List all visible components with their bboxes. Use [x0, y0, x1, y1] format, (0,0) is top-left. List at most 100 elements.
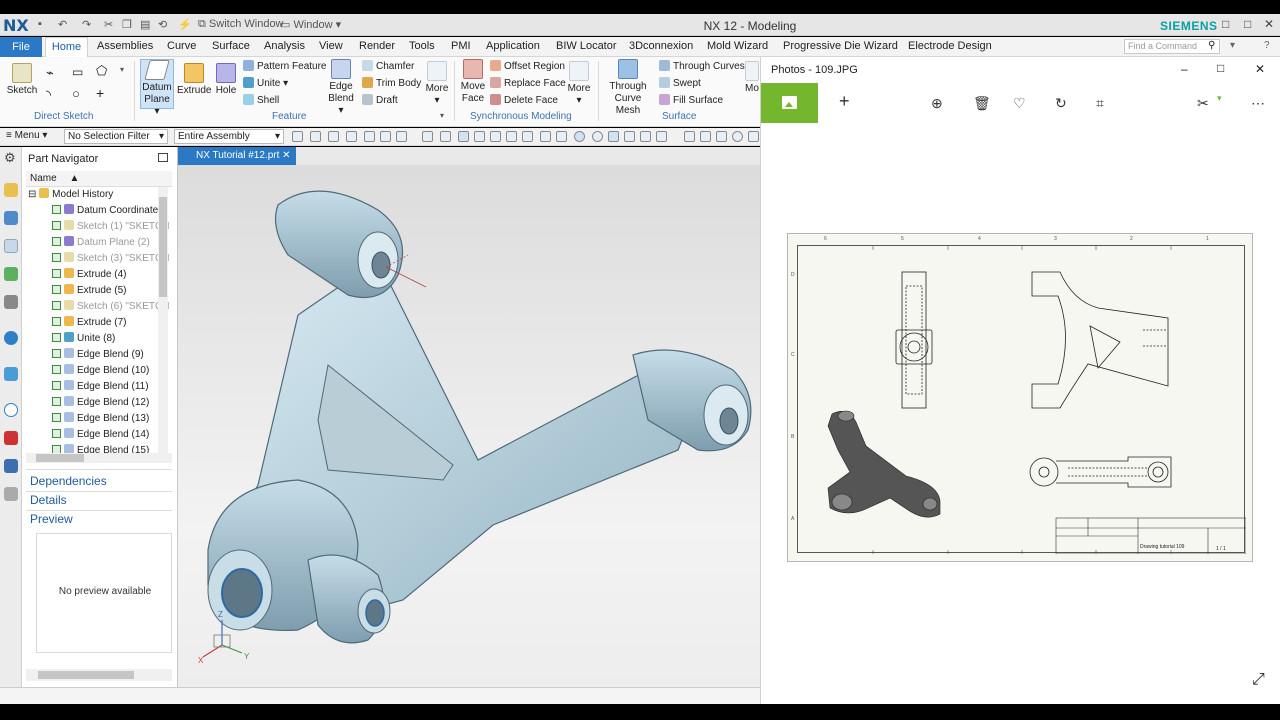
datum-plane-button[interactable]: Datum Plane ▾: [140, 59, 174, 117]
circle-icon[interactable]: ○: [72, 86, 80, 101]
crop-icon[interactable]: ⌗: [1096, 95, 1104, 112]
photos-maximize-button[interactable]: □: [1217, 61, 1224, 75]
snap-icon-7[interactable]: [422, 131, 433, 142]
line-icon[interactable]: ⌁: [46, 65, 54, 81]
select-rectangle-icon[interactable]: [396, 131, 407, 142]
snap-intersection-icon[interactable]: [506, 131, 517, 142]
web-browser-icon[interactable]: [4, 331, 18, 345]
rotate-icon[interactable]: [732, 131, 743, 142]
tab-surface[interactable]: Surface: [212, 40, 250, 52]
tree-item[interactable]: Edge Blend (9): [26, 347, 172, 363]
chevron-down-icon[interactable]: ▾: [120, 65, 124, 74]
photos-minimize-button[interactable]: –: [1181, 62, 1188, 76]
tab-analysis[interactable]: Analysis: [264, 40, 305, 52]
snap-arc-center-icon[interactable]: [522, 131, 533, 142]
shell-button[interactable]: Shell: [243, 94, 279, 106]
restore-button[interactable]: □: [1222, 17, 1229, 31]
tab-application[interactable]: Application: [486, 40, 540, 52]
view-icon-1[interactable]: [684, 131, 695, 142]
menu-button[interactable]: ≡ Menu ▾: [6, 130, 47, 141]
more-icon[interactable]: ⋯: [1251, 95, 1265, 112]
delete-face-button[interactable]: Delete Face: [490, 94, 558, 106]
navigator-scrollbar[interactable]: [158, 187, 168, 457]
fill-surface-button[interactable]: Fill Surface: [659, 94, 723, 106]
selection-filter-select[interactable]: No Selection Filter ▾: [64, 129, 168, 144]
snap-quadrant-icon[interactable]: [540, 131, 551, 142]
tree-item[interactable]: Sketch (6) "SKETCH: [26, 299, 172, 315]
preview-hscrollbar[interactable]: [26, 669, 172, 681]
preview-hscroll-thumb[interactable]: [38, 671, 134, 679]
checkbox-icon[interactable]: [52, 301, 61, 310]
snap-icon-5[interactable]: [364, 131, 375, 142]
snap-icon-8[interactable]: [440, 131, 451, 142]
ribbon-options-icon[interactable]: ▾: [1230, 40, 1235, 51]
swept-button[interactable]: Swept: [659, 77, 701, 89]
tree-item[interactable]: Edge Blend (12): [26, 395, 172, 411]
sync-more-button[interactable]: More ▾: [566, 61, 592, 107]
tab-view[interactable]: View: [319, 40, 343, 52]
checkbox-icon[interactable]: [52, 317, 61, 326]
tab-pmi[interactable]: PMI: [451, 40, 471, 52]
extrude-button[interactable]: Extrude: [177, 63, 211, 97]
tab-assemblies[interactable]: Assemblies: [97, 40, 153, 52]
offset-region-button[interactable]: Offset Region: [490, 60, 565, 72]
checkbox-icon[interactable]: [52, 429, 61, 438]
close-button[interactable]: ✕: [1264, 17, 1274, 31]
photos-close-button[interactable]: ✕: [1255, 62, 1265, 76]
checkbox-icon[interactable]: [52, 237, 61, 246]
polygon-icon[interactable]: ⬠: [96, 63, 107, 79]
checkbox-icon[interactable]: [52, 365, 61, 374]
checkbox-icon[interactable]: [52, 381, 61, 390]
snap-endpoint-icon[interactable]: [458, 131, 469, 142]
find-command-input[interactable]: Find a Command: [1124, 39, 1220, 54]
tree-item[interactable]: Sketch (1) "SKETCH: [26, 219, 172, 235]
point-icon[interactable]: +: [96, 85, 104, 101]
redo-icon[interactable]: ↷: [82, 18, 91, 31]
unite-button[interactable]: Unite ▾: [243, 77, 288, 89]
dependencies-panel[interactable]: Dependencies: [30, 474, 107, 488]
arc-icon[interactable]: ◝: [46, 87, 51, 103]
favorite-icon[interactable]: ♡: [1013, 95, 1026, 112]
view-icon-2[interactable]: [700, 131, 711, 142]
tree-item[interactable]: Datum Plane (2): [26, 235, 172, 251]
preview-panel[interactable]: Preview: [30, 512, 73, 526]
tab-3dconnexion[interactable]: 3Dconnexion: [629, 40, 693, 52]
tree-item[interactable]: Unite (8): [26, 331, 172, 347]
checkbox-icon[interactable]: [52, 221, 61, 230]
roles-icon[interactable]: [4, 487, 18, 501]
snap-icon-6[interactable]: [380, 131, 391, 142]
trim-body-button[interactable]: Trim Body: [362, 77, 421, 89]
snap-bisect-icon[interactable]: [640, 131, 651, 142]
command-finder-icon[interactable]: ⚡: [178, 18, 192, 31]
scrollbar-thumb[interactable]: [159, 197, 167, 297]
reuse-library-icon[interactable]: [4, 267, 18, 281]
checkbox-icon[interactable]: [52, 397, 61, 406]
file-menu[interactable]: File: [0, 37, 42, 57]
tree-item[interactable]: Edge Blend (10): [26, 363, 172, 379]
snap-circle2-icon[interactable]: [592, 131, 603, 142]
chevron-down-icon[interactable]: ▾: [1217, 93, 1222, 104]
selection-scope-select[interactable]: Entire Assembly ▾: [174, 129, 284, 144]
view-icon-4[interactable]: [748, 131, 759, 142]
tab-tools[interactable]: Tools: [409, 40, 435, 52]
checkbox-icon[interactable]: [52, 349, 61, 358]
zoom-icon[interactable]: ⊕: [931, 95, 943, 112]
assembly-navigator-icon[interactable]: [4, 183, 18, 197]
edge-blend-button[interactable]: Edge Blend ▾: [326, 59, 356, 117]
checkbox-icon[interactable]: [52, 285, 61, 294]
feature-group-expand-icon[interactable]: ▾: [440, 111, 444, 120]
feature-more-button[interactable]: More ▾: [424, 61, 450, 107]
tree-item[interactable]: Datum Coordinate: [26, 203, 172, 219]
tab-biw-locator[interactable]: BIW Locator: [556, 40, 617, 52]
move-face-button[interactable]: Move Face: [458, 59, 488, 105]
rectangle-icon[interactable]: ▭: [72, 65, 83, 79]
cut-icon[interactable]: ✂: [104, 18, 113, 31]
hole-button[interactable]: Hole: [212, 63, 240, 97]
window-menu[interactable]: ▭ Window ▾: [280, 18, 341, 31]
snap-icon-2[interactable]: [310, 131, 321, 142]
history-icon[interactable]: [4, 367, 18, 381]
part-model[interactable]: X Y Z: [178, 165, 760, 687]
column-header-name[interactable]: Name ▲: [26, 171, 172, 187]
details-panel[interactable]: Details: [30, 493, 67, 507]
surface-more-button[interactable]: Mo: [744, 61, 760, 95]
